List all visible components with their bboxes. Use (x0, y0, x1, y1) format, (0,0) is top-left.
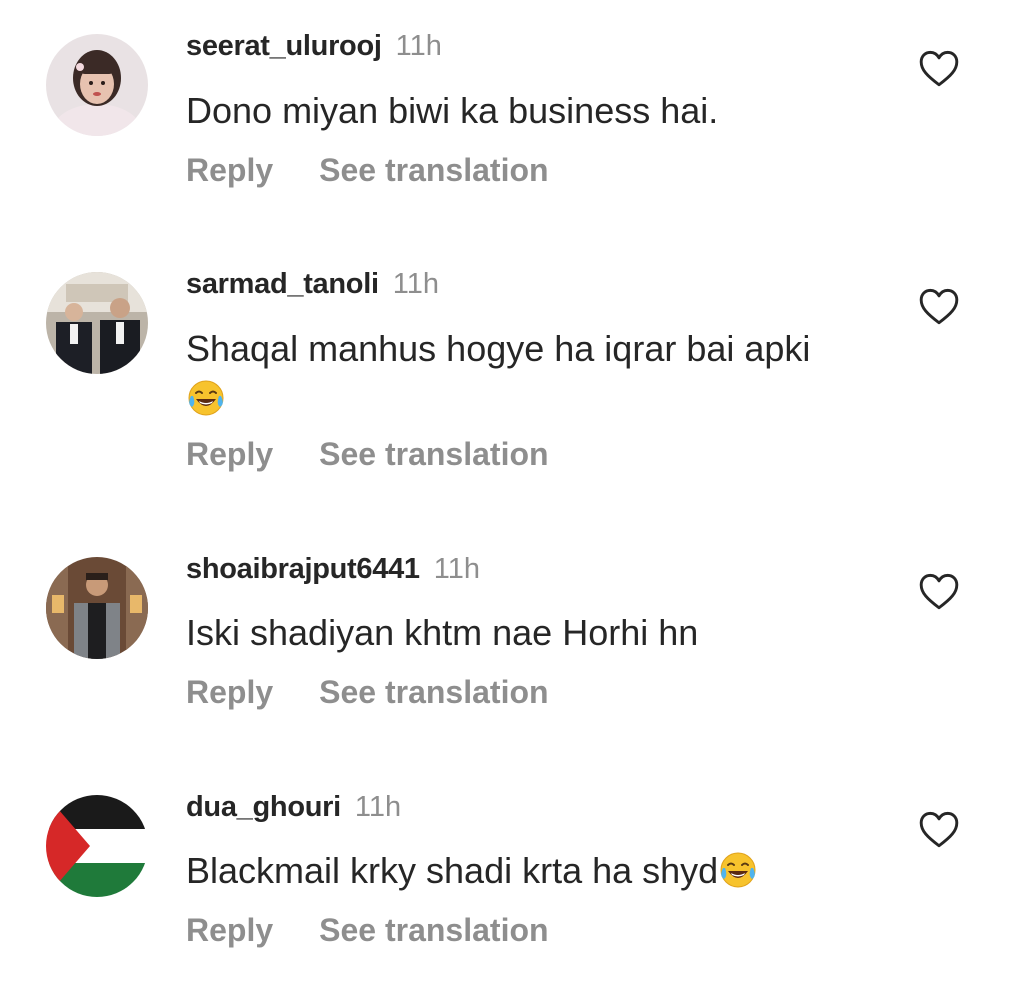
comment-username[interactable]: sarmad_tanoli (186, 268, 379, 300)
comment-text: Dono miyan biwi ka business hai. (186, 86, 886, 136)
reply-button[interactable]: Reply (186, 674, 273, 710)
tears-of-joy-icon (188, 380, 224, 416)
laughing-tears-emoji (718, 850, 758, 890)
heart-outline-icon (919, 573, 959, 610)
see-translation-button[interactable]: See translation (319, 152, 548, 188)
comment-time: 11h (433, 553, 480, 585)
like-button[interactable] (917, 286, 961, 326)
like-button[interactable] (917, 809, 961, 849)
like-button[interactable] (917, 48, 961, 88)
reply-button[interactable]: Reply (186, 436, 273, 472)
avatar[interactable] (46, 34, 148, 136)
comment-text-body: Iski shadiyan khtm nae Horhi hn (186, 612, 699, 653)
palestine-flag-avatar (46, 795, 148, 897)
comment-time: 11h (392, 268, 439, 300)
laughing-tears-emoji (186, 378, 226, 418)
comment-text: Iski shadiyan khtm nae Horhi hn (186, 608, 886, 658)
heart-outline-icon (919, 50, 959, 87)
reply-button[interactable]: Reply (186, 912, 273, 948)
avatar-image (46, 557, 148, 659)
comment-text: Blackmail krky shadi krta ha shyd (186, 846, 886, 896)
comment-time: 11h (395, 30, 442, 62)
comment-username[interactable]: shoaibrajput6441 (186, 553, 420, 585)
see-translation-button[interactable]: See translation (319, 436, 548, 472)
see-translation-button[interactable]: See translation (319, 912, 548, 948)
heart-outline-icon (919, 811, 959, 848)
comment-text-body: Dono miyan biwi ka business hai. (186, 90, 719, 131)
avatar[interactable] (46, 272, 148, 374)
reply-button[interactable]: Reply (186, 152, 273, 188)
avatar[interactable] (46, 557, 148, 659)
comment-text-body: Shaqal manhus hogye ha iqrar bai apki (186, 328, 811, 369)
avatar-image (46, 272, 148, 374)
comment-time: 11h (354, 791, 402, 823)
comment-username[interactable]: seerat_ulurooj (186, 30, 382, 62)
heart-outline-icon (919, 288, 959, 325)
tears-of-joy-icon (720, 852, 756, 888)
comment-text-body: Blackmail krky shadi krta ha shyd (186, 850, 719, 891)
see-translation-button[interactable]: See translation (319, 674, 548, 710)
avatar[interactable] (46, 795, 148, 897)
comment-text: Shaqal manhus hogye ha iqrar bai apki (186, 324, 886, 424)
avatar-image (46, 34, 148, 136)
comment-username[interactable]: dua_ghouri (186, 791, 341, 823)
like-button[interactable] (917, 571, 961, 611)
